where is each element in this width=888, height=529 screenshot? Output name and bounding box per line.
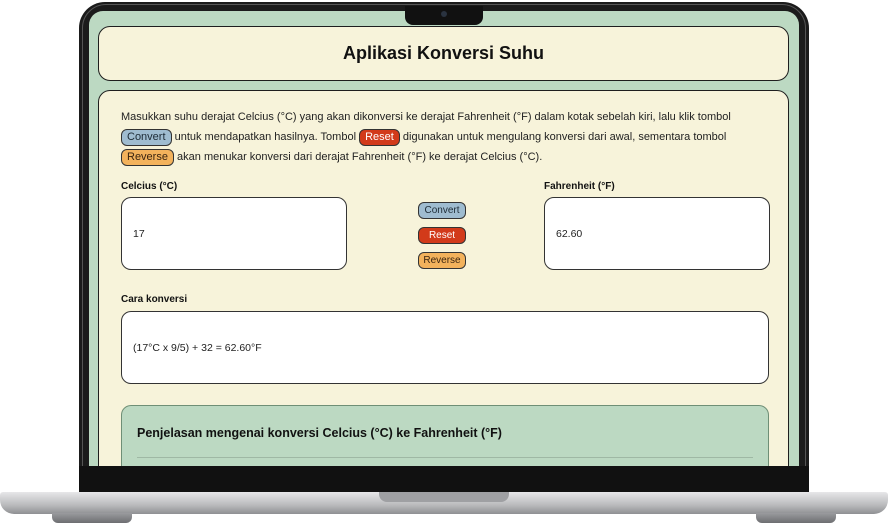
method-value: (17°C x 9/5) + 32 = 62.60°F	[133, 341, 262, 354]
method-label: Cara konversi	[121, 294, 188, 305]
instructions-text: Masukkan suhu derajat Celcius (°C) yang …	[121, 107, 751, 167]
celcius-value: 17	[133, 227, 145, 240]
convert-button[interactable]: Convert	[418, 202, 466, 219]
laptop-foot-right	[756, 513, 836, 523]
page-title: Aplikasi Konversi Suhu	[342, 43, 545, 63]
method-output[interactable]: (17°C x 9/5) + 32 = 62.60°F	[121, 311, 769, 384]
reverse-pill-inline: Reverse	[121, 149, 174, 166]
laptop-screen: Aplikasi Konversi Suhu Masukkan suhu der…	[89, 11, 799, 466]
instructions-part-4: akan menukar konversi dari derajat Fahre…	[177, 151, 543, 163]
reverse-button[interactable]: Reverse	[418, 252, 466, 269]
webcam-icon	[441, 11, 447, 17]
reset-pill-inline: Reset	[359, 129, 400, 146]
explanation-divider	[137, 457, 753, 458]
convert-pill-inline: Convert	[121, 129, 172, 146]
header-card: Aplikasi Konversi Suhu	[98, 26, 789, 81]
laptop-chin	[79, 466, 809, 492]
explanation-title: Penjelasan mengenai konversi Celcius (°C…	[137, 426, 502, 440]
converter-card: Masukkan suhu derajat Celcius (°C) yang …	[98, 90, 789, 466]
explanation-panel: Penjelasan mengenai konversi Celcius (°C…	[121, 405, 769, 466]
fahrenheit-output[interactable]: 62.60	[544, 197, 770, 270]
instructions-part-1: Masukkan suhu derajat Celcius (°C) yang …	[121, 111, 731, 123]
fahrenheit-label: Fahrenheit (°F)	[544, 181, 615, 192]
instructions-part-3: digunakan untuk mengulang konversi dari …	[402, 131, 727, 143]
reset-button[interactable]: Reset	[418, 227, 466, 244]
laptop-foot-left	[52, 513, 132, 523]
fahrenheit-value: 62.60	[556, 227, 583, 240]
instructions-part-2: untuk mendapatkan hasilnya. Tombol	[174, 131, 357, 143]
celcius-input[interactable]: 17	[121, 197, 347, 270]
celcius-label: Celcius (°C)	[121, 181, 178, 192]
laptop-opening-notch	[379, 492, 509, 502]
